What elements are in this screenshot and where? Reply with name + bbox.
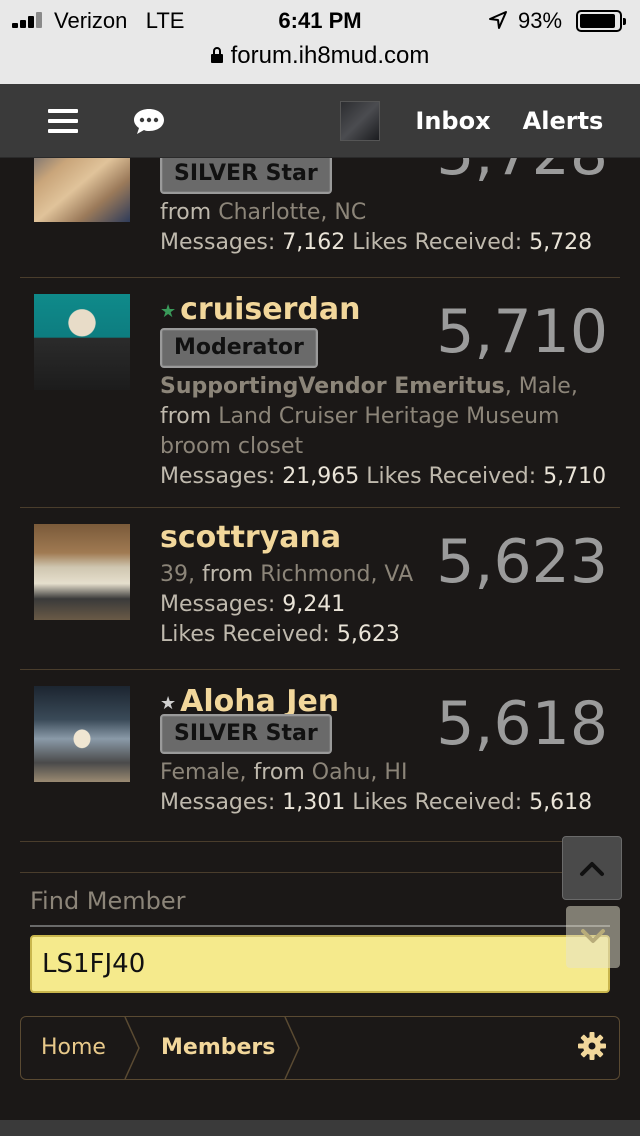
member-badge: SILVER Star: [160, 714, 332, 754]
likes-label: Likes Received:: [160, 622, 330, 647]
member-title: SupportingVendor Emeritus: [160, 374, 505, 399]
battery-icon: [576, 10, 626, 32]
member-location[interactable]: Richmond, VA: [260, 562, 413, 587]
lock-icon: [210, 46, 223, 63]
forum-navbar: Inbox Alerts: [0, 84, 640, 158]
messages-count: 7,162: [282, 230, 346, 255]
member-gender: , Male,: [504, 374, 578, 399]
star-icon: ★: [160, 301, 177, 322]
avatar[interactable]: [34, 158, 130, 222]
breadcrumb-home[interactable]: Home: [41, 1017, 106, 1079]
likes-label: Likes Received:: [366, 464, 537, 489]
breadcrumb-members[interactable]: Members: [161, 1017, 275, 1079]
avatar[interactable]: [34, 686, 130, 782]
from-label: from: [160, 200, 212, 225]
user-avatar-button[interactable]: [332, 84, 388, 158]
url-text: forum.ih8mud.com: [230, 42, 430, 69]
member-location[interactable]: Oahu, HI: [312, 760, 408, 785]
chevron-down-icon: [581, 929, 605, 943]
list-item: 5,623 scottryana 39, from Richmond, VA M…: [20, 508, 620, 670]
list-item: 5,728 SILVER Star from Charlotte, NC Mes…: [20, 158, 620, 278]
likes-label: Likes Received:: [352, 230, 523, 255]
divider: [30, 925, 610, 927]
browser-toolbar: [0, 1120, 640, 1136]
member-name[interactable]: ★ cruiserdan: [160, 292, 620, 328]
likes-label: Likes Received:: [352, 790, 523, 815]
breadcrumb-separator: [284, 1017, 300, 1079]
find-member-input[interactable]: LS1FJ40: [30, 935, 610, 993]
address-bar[interactable]: forum.ih8mud.com: [0, 40, 640, 84]
avatar[interactable]: [34, 294, 130, 390]
status-bar: Verizon LTE 6:41 PM 93%: [0, 0, 640, 40]
battery-percentage: 93%: [518, 8, 563, 33]
member-gender: Female,: [160, 760, 247, 785]
member-location[interactable]: Charlotte, NC: [218, 200, 366, 225]
list-item: 5,710 ★ cruiserdan Moderator SupportingVe…: [20, 278, 620, 508]
member-badge: Moderator: [160, 328, 318, 368]
member-age: 39,: [160, 562, 195, 587]
chevron-up-icon: [580, 862, 604, 876]
inbox-button[interactable]: Inbox: [404, 84, 502, 158]
likes-count: 5,618: [529, 790, 593, 815]
menu-button[interactable]: [28, 84, 98, 158]
scroll-to-top-button[interactable]: [562, 836, 622, 900]
list-item: 5,618 ★ Aloha Jen SILVER Star Female, fro…: [20, 670, 620, 842]
breadcrumb: Home Members: [20, 1016, 620, 1080]
breadcrumb-separator: [124, 1017, 140, 1079]
messages-label: Messages:: [160, 464, 276, 489]
likes-count: 5,728: [529, 230, 593, 255]
messages-count: 9,241: [282, 592, 346, 617]
avatar[interactable]: [34, 524, 130, 620]
from-label: from: [253, 760, 305, 785]
avatar: [340, 101, 380, 141]
member-badge: SILVER Star: [160, 158, 332, 194]
find-member-label: Find Member: [30, 887, 186, 915]
gear-icon[interactable]: [577, 1031, 607, 1061]
messages-label: Messages:: [160, 790, 276, 815]
hamburger-icon: [48, 109, 78, 133]
member-location[interactable]: Land Cruiser Heritage Museum broom close…: [160, 404, 559, 459]
from-label: from: [160, 404, 212, 429]
alerts-button[interactable]: Alerts: [514, 84, 612, 158]
messages-count: 1,301: [282, 790, 346, 815]
chat-bubble-icon: [134, 109, 164, 134]
scroll-to-bottom-button[interactable]: [566, 906, 620, 968]
messages-label: Messages:: [160, 592, 276, 617]
from-label: from: [202, 562, 254, 587]
star-icon: ★: [160, 693, 177, 714]
member-name[interactable]: scottryana: [160, 520, 620, 556]
likes-count: 5,710: [543, 464, 607, 489]
likes-count: 5,623: [336, 622, 400, 647]
location-arrow-icon: [489, 11, 507, 29]
conversations-button[interactable]: [112, 84, 186, 158]
messages-label: Messages:: [160, 230, 276, 255]
find-member-section: Find Member LS1FJ40: [20, 872, 620, 998]
messages-count: 21,965: [282, 464, 360, 489]
